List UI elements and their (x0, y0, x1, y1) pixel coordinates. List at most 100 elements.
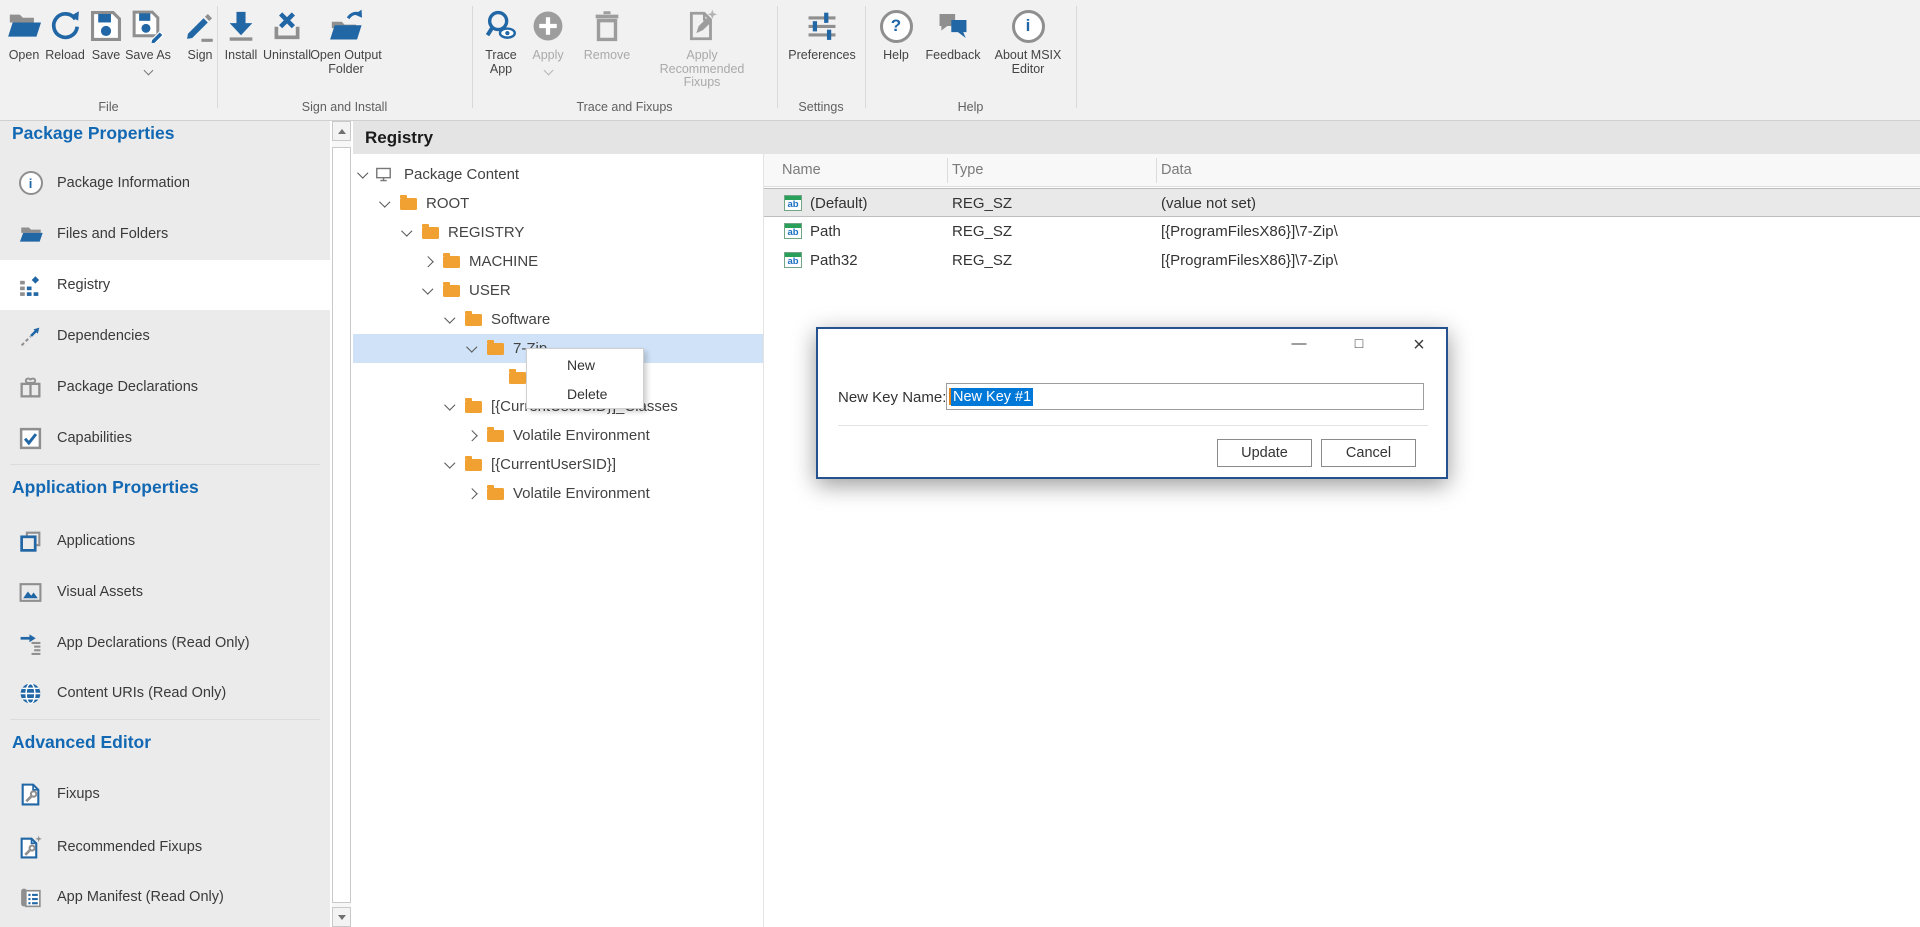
section-divider (10, 464, 320, 465)
group-separator (865, 6, 866, 108)
new-key-name-label: New Key Name: (838, 389, 946, 406)
sidebar-item-visual-assets[interactable]: Visual Assets (0, 567, 330, 617)
context-menu-item-delete[interactable]: Delete (527, 379, 643, 408)
scrollbar-thumb[interactable] (332, 147, 351, 903)
chevron-down-icon (445, 400, 456, 411)
scroll-up-button[interactable] (332, 121, 351, 141)
sidebar-item-content-uris[interactable]: Content URIs (Read Only) (0, 668, 330, 718)
sidebar-item-app-manifest[interactable]: App Manifest (Read Only) (0, 872, 330, 922)
image-icon (17, 579, 44, 606)
sidebar-item-dependencies[interactable]: Dependencies (0, 311, 330, 361)
expander[interactable] (400, 230, 414, 235)
table-row[interactable]: ab Path32 REG_SZ [{ProgramFilesX86}]\7-Z… (764, 246, 1920, 275)
sidebar-item-package-information[interactable]: i Package Information (0, 158, 330, 208)
expander[interactable] (421, 288, 435, 293)
table-row[interactable]: ab Path REG_SZ [{ProgramFilesX86}]\7-Zip… (764, 217, 1920, 246)
preferences-icon (805, 6, 839, 46)
expander[interactable] (465, 346, 479, 351)
maximize-button[interactable]: □ (1348, 335, 1370, 355)
expander[interactable] (378, 201, 392, 206)
button-label: Help (883, 49, 909, 63)
tree-item-label: Software (491, 311, 550, 328)
button-label: Reload (45, 49, 85, 63)
sidebar-scrollbar[interactable] (332, 121, 351, 927)
column-header-type[interactable]: Type (952, 162, 983, 178)
sidebar-item-registry[interactable]: Registry (0, 260, 330, 310)
tree-item-volatile-environment[interactable]: Volatile Environment (353, 479, 763, 508)
save-button[interactable]: Save (86, 6, 126, 114)
wrench-star-page-icon (17, 834, 44, 861)
expander[interactable] (465, 490, 479, 498)
apply-icon (531, 6, 565, 46)
expander[interactable] (465, 432, 479, 440)
apply-button[interactable]: Apply (526, 6, 570, 114)
apply-recommended-fixups-button[interactable]: Apply Recommended Fixups (643, 6, 761, 114)
close-button[interactable]: × (1408, 335, 1430, 355)
sidebar-item-label: Files and Folders (57, 226, 168, 242)
scroll-down-button[interactable] (332, 907, 351, 927)
value-type: REG_SZ (952, 223, 1012, 240)
tree-item-package-content[interactable]: Package Content (353, 160, 763, 189)
expander[interactable] (443, 462, 457, 467)
value-name: (Default) (810, 195, 868, 212)
install-button[interactable]: Install (219, 6, 263, 114)
chevron-down-icon[interactable] (143, 65, 153, 75)
expander[interactable] (356, 172, 370, 177)
context-menu-item-new[interactable]: New (527, 350, 643, 379)
tree-item-currentusersid[interactable]: [{CurrentUserSID}] (353, 450, 763, 479)
tree-item-label: Package Content (404, 166, 519, 183)
chevron-right-icon (423, 256, 434, 267)
expander[interactable] (443, 317, 457, 322)
sidebar-item-label: Package Information (57, 175, 190, 191)
tree-item-volatile-environment[interactable]: Volatile Environment (353, 421, 763, 450)
column-separator[interactable] (1156, 158, 1157, 183)
update-button[interactable]: Update (1217, 439, 1312, 467)
trace-app-button[interactable]: Trace App (478, 6, 524, 114)
tree-item-root[interactable]: ROOT (353, 189, 763, 218)
table-row[interactable]: ab (Default) REG_SZ (value not set) (764, 188, 1920, 217)
chevron-down-icon (380, 197, 391, 208)
sidebar-item-fixups[interactable]: Fixups (0, 769, 330, 819)
minimize-button[interactable]: — (1288, 335, 1310, 355)
expander[interactable] (443, 404, 457, 409)
folder-icon (509, 372, 526, 384)
sign-button[interactable]: Sign (178, 6, 222, 114)
remove-button[interactable]: Remove (581, 6, 633, 114)
sidebar-item-label: App Manifest (Read Only) (57, 889, 224, 905)
new-key-name-input[interactable]: New Key #1 (946, 383, 1424, 410)
sidebar-item-package-declarations[interactable]: Package Declarations (0, 362, 330, 412)
open-button[interactable]: Open (4, 6, 44, 114)
ribbon-toolbar: Open Reload Save Save As Sign Install Un… (0, 0, 1920, 121)
group-separator (1076, 6, 1077, 108)
tree-item-machine[interactable]: MACHINE (353, 247, 763, 276)
arrow-list-icon (17, 630, 44, 657)
msix-editor-window: Open Reload Save Save As Sign Install Un… (0, 0, 1920, 927)
help-button[interactable]: ? Help (874, 6, 918, 114)
expander[interactable] (421, 258, 435, 266)
sidebar-item-capabilities[interactable]: Capabilities (0, 413, 330, 463)
string-value-icon: ab (784, 252, 802, 268)
column-separator[interactable] (947, 158, 948, 183)
column-header-name[interactable]: Name (782, 162, 821, 178)
checkbox-icon (17, 425, 44, 452)
about-msix-editor-button[interactable]: i About MSIX Editor (990, 6, 1066, 114)
dialog-window-controls: — □ × (1288, 335, 1430, 355)
open-output-folder-button[interactable]: Open Output Folder (304, 6, 388, 114)
feedback-button[interactable]: Feedback (921, 6, 985, 114)
column-header-data[interactable]: Data (1161, 162, 1192, 178)
sidebar-item-files-and-folders[interactable]: Files and Folders (0, 209, 330, 259)
ab-glyph: ab (785, 200, 801, 210)
sidebar-item-applications[interactable]: Applications (0, 516, 330, 566)
cancel-button[interactable]: Cancel (1321, 439, 1416, 467)
tree-item-user[interactable]: USER (353, 276, 763, 305)
tree-item-registry[interactable]: REGISTRY (353, 218, 763, 247)
reload-button[interactable]: Reload (45, 6, 85, 114)
button-label: Apply Recommended Fixups (643, 49, 761, 90)
sidebar-item-recommended-fixups[interactable]: Recommended Fixups (0, 822, 330, 872)
sidebar-item-app-declarations[interactable]: App Declarations (Read Only) (0, 618, 330, 668)
save-as-button[interactable]: Save As (124, 6, 172, 114)
folder-icon (487, 430, 504, 442)
tree-item-software[interactable]: Software (353, 305, 763, 334)
folder-icon (422, 227, 439, 239)
preferences-button[interactable]: Preferences (789, 6, 855, 114)
